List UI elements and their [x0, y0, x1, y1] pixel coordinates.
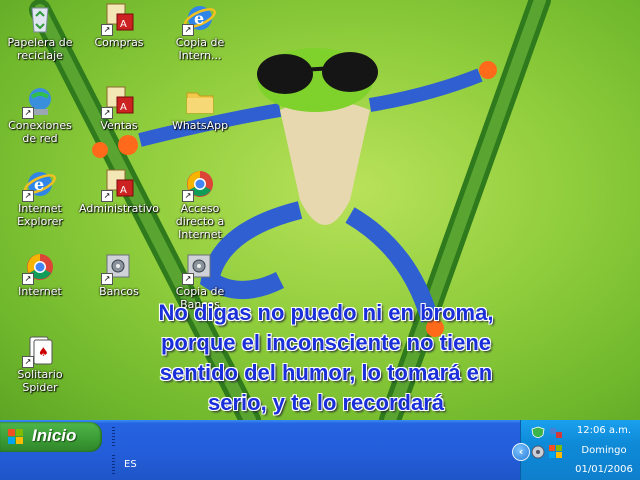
database-gear-icon: ↗ — [182, 251, 216, 285]
wallpaper-quote-text: No digas no puedo ni en broma, porque el… — [150, 298, 502, 418]
desktop-icon-internet-explorer[interactable]: e ↗ Internet Explorer — [0, 168, 80, 228]
desktop-icon-spider-solitaire[interactable]: ♠ ↗ Solitario Spider — [0, 334, 80, 394]
desktop-icon-administrativo[interactable]: A ↗ Administrativo — [79, 168, 159, 215]
desktop-icon-acceso-internet[interactable]: ↗ Acceso directo a Internet — [160, 168, 240, 241]
shortcut-arrow-icon: ↗ — [182, 190, 194, 202]
network-connections-icon: ↗ — [22, 85, 56, 119]
svg-text:♠: ♠ — [38, 345, 49, 359]
toolbar-grip[interactable] — [112, 455, 115, 475]
quote-line: No digas no puedo ni en broma, — [158, 300, 494, 325]
desktop-icon-internet[interactable]: ↗ Internet — [0, 251, 80, 298]
shortcut-arrow-icon: ↗ — [182, 273, 194, 285]
security-shield-icon[interactable] — [531, 425, 545, 439]
taskbar: Inicio ES ‹ 12:06 a.m. Domingo 01/01/200… — [0, 420, 640, 480]
start-button-label: Inicio — [32, 426, 77, 445]
shortcut-arrow-icon: ↗ — [22, 273, 34, 285]
shortcut-arrow-icon: ↗ — [22, 107, 34, 119]
quote-line: porque el inconsciente no tiene — [160, 330, 492, 355]
svg-text:A: A — [120, 19, 127, 30]
desktop-icon-whatsapp[interactable]: WhatsApp — [160, 85, 240, 132]
desktop[interactable]: Papelera de reciclaje A ↗ Compras e ↗ Co… — [0, 0, 640, 420]
clock-time[interactable]: 12:06 a.m. — [569, 425, 639, 436]
network-tray-icon[interactable] — [549, 425, 563, 439]
svg-text:e: e — [194, 9, 204, 28]
quote-line: sentido del humor, lo tomará en — [159, 360, 493, 385]
chrome-icon: ↗ — [182, 168, 216, 202]
clock-date[interactable]: 01/01/2006 — [569, 464, 639, 475]
shortcut-arrow-icon: ↗ — [101, 24, 113, 36]
access-database-icon: A ↗ — [101, 2, 135, 36]
recycle-bin-icon — [24, 2, 56, 34]
quote-line: serio, y te lo recordará — [208, 390, 444, 415]
shortcut-arrow-icon: ↗ — [182, 24, 194, 36]
desktop-icon-copia-internet[interactable]: e ↗ Copia de Intern... — [160, 2, 240, 62]
shortcut-arrow-icon: ↗ — [101, 273, 113, 285]
svg-text:A: A — [120, 185, 127, 196]
clock-day[interactable]: Domingo — [569, 445, 639, 456]
internet-explorer-icon: e ↗ — [22, 168, 56, 202]
shortcut-arrow-icon: ↗ — [22, 356, 34, 368]
desktop-icon-compras[interactable]: A ↗ Compras — [79, 2, 159, 49]
desktop-icon-network-connections[interactable]: ↗ Conexiones de red — [0, 85, 80, 145]
access-database-icon: A ↗ — [101, 168, 135, 202]
spider-solitaire-icon: ♠ ↗ — [22, 334, 56, 368]
database-gear-icon: ↗ — [101, 251, 135, 285]
shortcut-arrow-icon: ↗ — [101, 190, 113, 202]
windows-update-tray-icon[interactable] — [549, 444, 563, 458]
language-indicator[interactable]: ES — [124, 459, 137, 470]
windows-logo-icon — [8, 429, 23, 444]
start-button[interactable]: Inicio — [0, 422, 102, 452]
toolbar-grip[interactable] — [112, 427, 115, 447]
svg-text:A: A — [120, 102, 127, 113]
folder-icon — [184, 85, 216, 117]
shortcut-arrow-icon: ↗ — [101, 107, 113, 119]
desktop-icon-recycle-bin[interactable]: Papelera de reciclaje — [0, 2, 80, 62]
desktop-icon-ventas[interactable]: A ↗ Ventas — [79, 85, 159, 132]
internet-explorer-icon: e ↗ — [182, 2, 216, 36]
svg-text:e: e — [34, 175, 44, 194]
system-tray: ‹ 12:06 a.m. Domingo 01/01/2006 — [512, 420, 640, 480]
shortcut-arrow-icon: ↗ — [22, 190, 34, 202]
desktop-icon-bancos[interactable]: ↗ Bancos — [79, 251, 159, 298]
chrome-icon: ↗ — [22, 251, 56, 285]
access-database-icon: A ↗ — [101, 85, 135, 119]
volume-tray-icon[interactable] — [531, 444, 545, 459]
show-hidden-icons-button[interactable]: ‹ — [512, 443, 530, 461]
